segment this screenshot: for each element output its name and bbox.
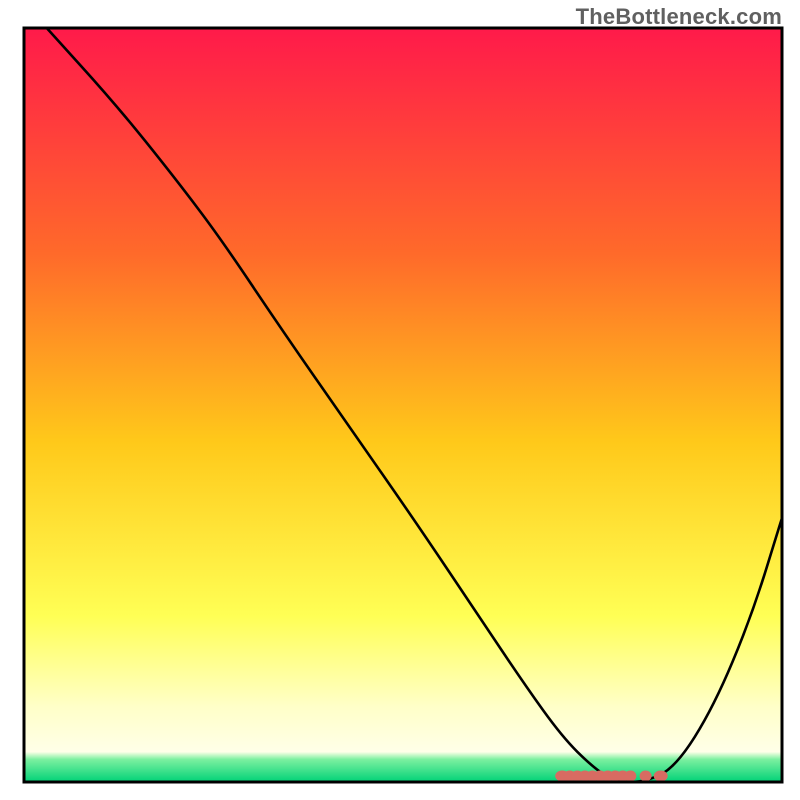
plot-background <box>24 28 782 782</box>
bottleneck-chart <box>0 0 800 800</box>
highlighted-point <box>624 771 636 782</box>
highlighted-point <box>640 771 652 782</box>
watermark-text: TheBottleneck.com <box>576 4 782 30</box>
highlighted-point <box>654 771 668 782</box>
